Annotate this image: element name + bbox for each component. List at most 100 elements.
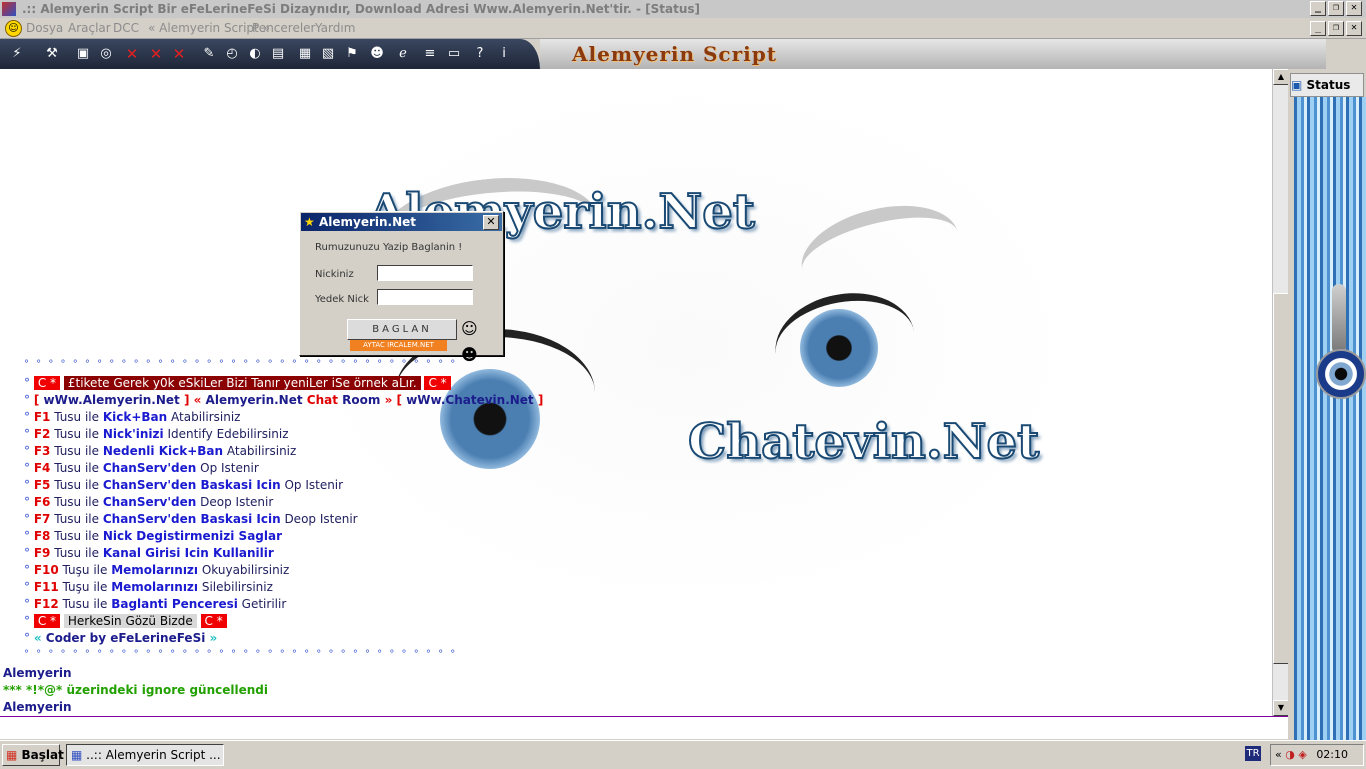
chat-line-motto: ° C * £tikete Gerek y0k eSkiLer Bizi Tan…: [24, 375, 451, 391]
taskbar-app-button[interactable]: ▦ ..:: Alemyerin Script ...: [66, 744, 224, 766]
menu-yardim[interactable]: Yardım: [315, 21, 355, 35]
chat-line-f1: ° F1 Tusu ile Kick+Ban Atabilirsiniz: [24, 409, 240, 425]
color-tag: C *: [200, 614, 227, 628]
language-indicator[interactable]: TR: [1245, 746, 1261, 761]
help-icon[interactable]: ?: [472, 46, 488, 62]
note-icon[interactable]: ✎: [201, 46, 217, 62]
close-icon[interactable]: ✕: [171, 46, 187, 62]
mdi-minimize-button[interactable]: _: [1310, 21, 1326, 36]
star-icon: ★: [304, 215, 315, 229]
message-input[interactable]: [0, 717, 1284, 737]
chat-line-f8: ° F8 Tusu ile Nick Degistirmenizi Saglar: [24, 528, 282, 544]
chat-line-f6: ° F6 Tusu ile ChanServ'den Deop Istenir: [24, 494, 273, 510]
close-icon[interactable]: ✕: [124, 46, 140, 62]
clock-icon[interactable]: ◴: [224, 46, 240, 62]
nick-label: Nickiniz: [315, 269, 354, 280]
hotkey-mid: Tusu ile: [50, 529, 103, 543]
status-tab[interactable]: ▣ Status: [1290, 73, 1364, 97]
hotkey: F5: [33, 478, 51, 492]
hotkey-action: ChanServ'den Baskasi Icin: [102, 478, 281, 492]
dialog-title: Alemyerin.Net: [318, 215, 417, 229]
options-icon[interactable]: ⚒: [44, 46, 60, 62]
hotkey: F11: [33, 580, 59, 594]
user-icon[interactable]: ☻: [369, 46, 385, 62]
pin-icon[interactable]: ⚑: [344, 46, 360, 62]
window2-icon[interactable]: ▭: [446, 46, 462, 62]
dotted-border-top: ° ° ° ° ° ° ° ° ° ° ° ° ° ° ° ° ° ° ° ° …: [24, 359, 458, 370]
hotkey-mid: Tusu ile: [50, 478, 103, 492]
menu-araclar[interactable]: Araçlar: [68, 21, 111, 35]
menu-dcc[interactable]: DCC: [113, 21, 139, 35]
smiley-icon[interactable]: ☺: [5, 20, 22, 37]
site-link-alemyerin[interactable]: wWw.Alemyerin.Net: [44, 393, 180, 407]
chat-scrollbar[interactable]: ▲ ▼: [1272, 69, 1289, 716]
toolbar-icon-strip: ⚡ ⚒ ▣ ◎ ✕ ✕ ✕ ✎ ◴ ◐ ▤ ▦ ▧ ⚑ ☻ ℯ ≡ ▭ ? i: [0, 39, 540, 69]
nick-input[interactable]: [377, 265, 473, 281]
menu-dosya[interactable]: Dosya: [26, 21, 63, 35]
chat-line-f2: ° F2 Tusu ile Nick'inizi Identify Edebil…: [24, 426, 289, 442]
title-bar: .:: Alemyerin Script Bir eFeLerineFeSi D…: [0, 0, 1366, 18]
network-tray-icon[interactable]: ◑: [1285, 748, 1295, 761]
dialog-banner: AYTAC IRCALEM.NET: [350, 340, 447, 351]
hotkey-action: ChanServ'den: [102, 461, 197, 475]
chat-line-f11: ° F11 Tuşu ile Memolarınızı Silebilirsin…: [24, 579, 273, 595]
hotkey: F8: [33, 529, 51, 543]
book-icon[interactable]: ▤: [270, 46, 286, 62]
window-switchbar: ▣ Status: [1288, 69, 1366, 740]
chat-line-slogan: ° C * HerkeSin Gözü Bizde C *: [24, 613, 227, 629]
ignore-message: *** *!*@* üzerindeki ignore güncellendi: [3, 683, 268, 697]
folder-icon[interactable]: ▣: [75, 46, 91, 62]
status-window[interactable]: Alemyerin.Net Chatevin.Net ° ° ° ° ° ° °…: [0, 69, 1272, 716]
dialog-titlebar: ★ Alemyerin.Net ✕: [301, 213, 502, 231]
bullet: °: [24, 427, 30, 441]
hotkey-mid: Tusu ile: [50, 546, 103, 560]
network-icon[interactable]: ▧: [320, 46, 336, 62]
info-icon[interactable]: i: [496, 46, 512, 62]
ie-icon[interactable]: ℯ: [395, 46, 411, 62]
hotkey: F1: [33, 410, 51, 424]
status-tab-label: Status: [1306, 78, 1351, 92]
restore-button[interactable]: ❐: [1328, 1, 1344, 16]
hotkey-action: ChanServ'den Baskasi Icin: [102, 512, 281, 526]
site-link-chatevin[interactable]: wWw.Chatevin.Net: [406, 393, 533, 407]
connect-button[interactable]: BAGLAN: [347, 319, 457, 340]
scroll-up-button[interactable]: ▲: [1273, 69, 1289, 85]
hotkey-desc: Deop Istenir: [280, 512, 358, 526]
hotkey-desc: Atabilirsiniz: [223, 444, 297, 458]
close-icon[interactable]: ✕: [148, 46, 164, 62]
list-icon[interactable]: ≡: [422, 46, 438, 62]
bullet: °: [24, 393, 30, 407]
hotkey-action: Baglanti Penceresi: [111, 597, 238, 611]
system-tray: « ◑ ◈ 02:10: [1270, 744, 1364, 766]
menu-pencereler[interactable]: Pencereler: [252, 21, 315, 35]
hotkey-action: Memolarınızı: [111, 563, 199, 577]
close-button[interactable]: ✕: [1346, 1, 1362, 16]
motto-text: £tikete Gerek y0k eSkiLer Bizi Tanır yen…: [63, 376, 421, 390]
minimize-button[interactable]: _: [1310, 1, 1326, 16]
hotkey: F2: [33, 427, 51, 441]
hotkey-desc: Identify Edebilirsiniz: [163, 427, 289, 441]
hotkey-mid: Tuşu ile: [58, 563, 112, 577]
globe-icon[interactable]: ◐: [247, 46, 263, 62]
connect-icon[interactable]: ⚡: [9, 46, 25, 62]
chat-line-coder: ° « Coder by eFeLerineFeSi »: [24, 630, 217, 646]
mdi-restore-button[interactable]: ❐: [1328, 21, 1344, 36]
mdi-close-button[interactable]: ✕: [1346, 21, 1362, 36]
hotkey: F7: [33, 512, 51, 526]
search-icon[interactable]: ◎: [98, 46, 114, 62]
app-task-icon: ▦: [71, 748, 83, 762]
start-button[interactable]: ▦ Başlat: [2, 744, 64, 766]
bullet: °: [24, 614, 30, 628]
login-dialog: ★ Alemyerin.Net ✕ Rumuzunuzu Yazip Bagla…: [299, 211, 504, 364]
users-icon: ☺☻: [461, 319, 478, 364]
tray-expand-button[interactable]: «: [1275, 748, 1282, 761]
scroll-down-button[interactable]: ▼: [1273, 700, 1289, 716]
nick-line: Alemyerin: [3, 700, 72, 714]
windows-logo-icon: ▦: [6, 748, 18, 762]
dialog-close-button[interactable]: ✕: [483, 215, 499, 230]
hotkey-action: Memolarınızı: [111, 580, 199, 594]
scroll-thumb[interactable]: [1273, 293, 1289, 664]
shield-icon[interactable]: ◈: [1298, 748, 1306, 761]
window-icon[interactable]: ▦: [297, 46, 313, 62]
alt-nick-input[interactable]: [377, 289, 473, 305]
